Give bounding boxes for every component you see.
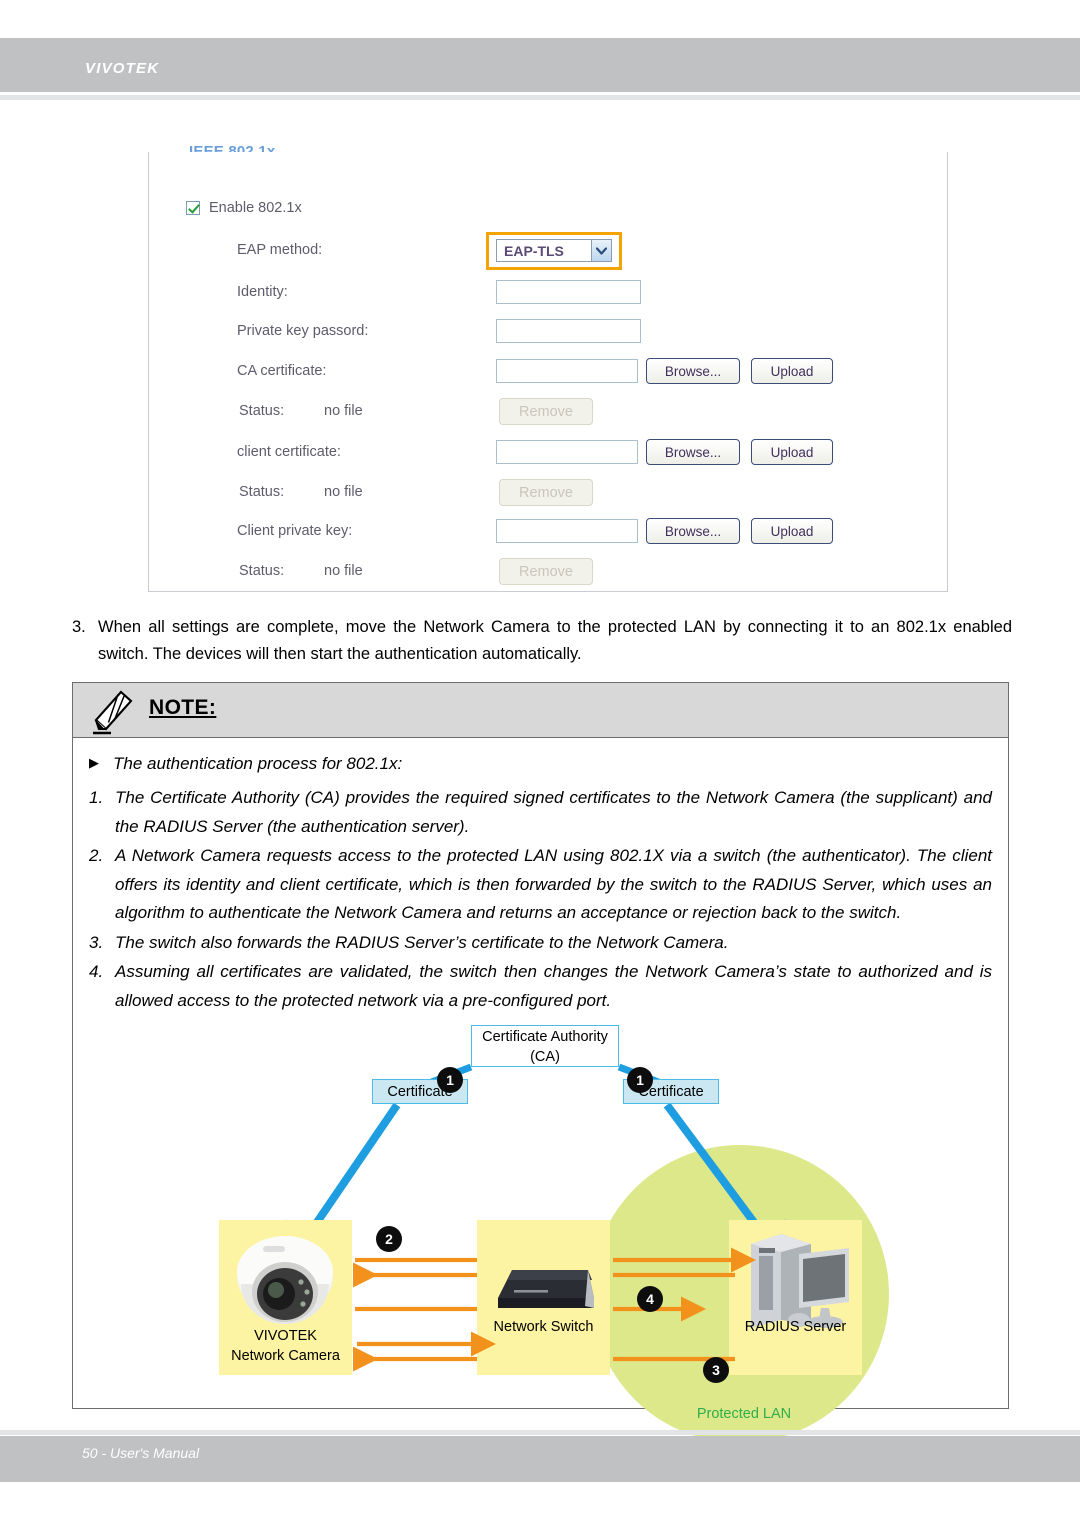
client-private-key-remove-button[interactable]: Remove [499,558,593,585]
footer-page-label: 50 - User's Manual [82,1445,200,1461]
step-badge-4: 4 [637,1286,663,1312]
row-identity: Identity: [149,278,949,312]
ca-status-value: no file [324,403,363,419]
ca-line-2: (CA) [530,1049,560,1065]
ca-certificate-remove-button[interactable]: Remove [499,398,593,425]
eap-method-label: EAP method: [237,242,323,258]
note-item-text: The switch also forwards the RADIUS Serv… [115,932,729,952]
ca-line-1: Certificate Authority [482,1029,608,1045]
ca-certificate-label: CA certificate: [237,363,327,379]
pencil-icon [91,689,135,735]
note-item-number: 4. [89,962,104,981]
note-list-item: 4. Assuming all certificates are validat… [89,958,992,1015]
identity-input[interactable] [496,280,641,304]
ca-status-label: Status: [239,403,285,419]
footer-divider [0,1430,1080,1435]
note-bullet: The authentication process for 802.1x: [89,754,992,774]
step-3-paragraph: 3. When all settings are complete, move … [72,614,1012,668]
note-box: NOTE: The authentication process for 802… [72,682,1009,1443]
client-certificate-browse-button[interactable]: Browse... [646,439,740,465]
ca-certificate-upload-button[interactable]: Upload [751,358,833,384]
client-certificate-status-value: no file [324,484,363,500]
eap-method-value: EAP-TLS [504,242,564,259]
step-badge-2: 2 [376,1226,402,1252]
client-certificate-upload-button[interactable]: Upload [751,439,833,465]
step-badge-1-right: 1 [627,1067,653,1093]
client-private-key-upload-button[interactable]: Upload [751,518,833,544]
header-divider [0,95,1080,100]
authentication-flow-diagram: VIVOTEK Network Camera Network Switch RA… [89,1021,994,1443]
client-certificate-status-label: Status: [239,484,285,500]
ieee-8021x-panel: Enable 802.1x EAP method: EAP-TLS Identi… [148,152,948,592]
client-certificate-input[interactable] [496,440,638,464]
checkmark-icon [186,201,200,215]
note-list-item: 1. The Certificate Authority (CA) provid… [89,784,992,841]
row-eap-method: EAP method: EAP-TLS [149,232,949,270]
client-private-key-input[interactable] [496,519,638,543]
eap-method-select[interactable]: EAP-TLS [496,239,612,262]
note-body: The authentication process for 802.1x: 1… [73,738,1008,1443]
step-badge-3: 3 [703,1357,729,1383]
client-private-key-browse-button[interactable]: Browse... [646,518,740,544]
private-key-password-label: Private key passord: [237,323,369,339]
note-list: 1. The Certificate Authority (CA) provid… [89,784,992,1015]
step-badge-1-left: 1 [437,1067,463,1093]
note-header: NOTE: [73,683,1008,738]
client-certificate-remove-button[interactable]: Remove [499,479,593,506]
row-ca-status: Status: no file Remove [149,397,949,431]
brand-logo: VIVOTEK [85,60,160,77]
row-private-key-password: Private key passord: [149,317,949,351]
row-ca-certificate: CA certificate: Browse... Upload [149,357,949,391]
row-client-private-key-status: Status: no file Remove [149,557,949,591]
step-3-text: When all settings are complete, move the… [98,618,1012,663]
note-item-number: 2. [89,846,104,865]
certificate-authority-box: Certificate Authority (CA) [471,1025,619,1067]
identity-label: Identity: [237,284,288,300]
note-list-item: 3. The switch also forwards the RADIUS S… [89,929,992,958]
protected-lan-label: Protected LAN [696,1406,792,1422]
orange-arrow-layer [352,1247,756,1372]
chevron-down-icon [591,240,611,261]
note-item-text: A Network Camera requests access to the … [115,846,992,922]
enable-8021x-checkbox[interactable]: Enable 802.1x [186,200,302,216]
page-header-bar [0,38,1080,92]
client-certificate-label: client certificate: [237,444,341,460]
private-key-password-input[interactable] [496,319,641,343]
note-item-number: 3. [89,932,104,952]
note-item-text: The Certificate Authority (CA) provides … [115,788,992,836]
note-title: NOTE: [149,696,217,719]
ca-certificate-browse-button[interactable]: Browse... [646,358,740,384]
row-client-certificate: client certificate: Browse... Upload [149,438,949,472]
row-client-certificate-status: Status: no file Remove [149,478,949,512]
client-private-key-label: Client private key: [237,523,353,539]
ca-certificate-input[interactable] [496,359,638,383]
note-item-text: Assuming all certificates are validated,… [115,962,992,1010]
note-list-item: 2. A Network Camera requests access to t… [89,842,992,928]
enable-8021x-label: Enable 802.1x [209,200,302,216]
manual-page: VIVOTEK IEEE 802.1x Enable 802.1x EAP me… [0,0,1080,1527]
row-client-private-key: Client private key: Browse... Upload [149,517,949,551]
step-3-number: 3. [72,618,86,636]
client-private-key-status-label: Status: [239,563,285,579]
client-private-key-status-value: no file [324,563,363,579]
note-item-number: 1. [89,788,104,807]
